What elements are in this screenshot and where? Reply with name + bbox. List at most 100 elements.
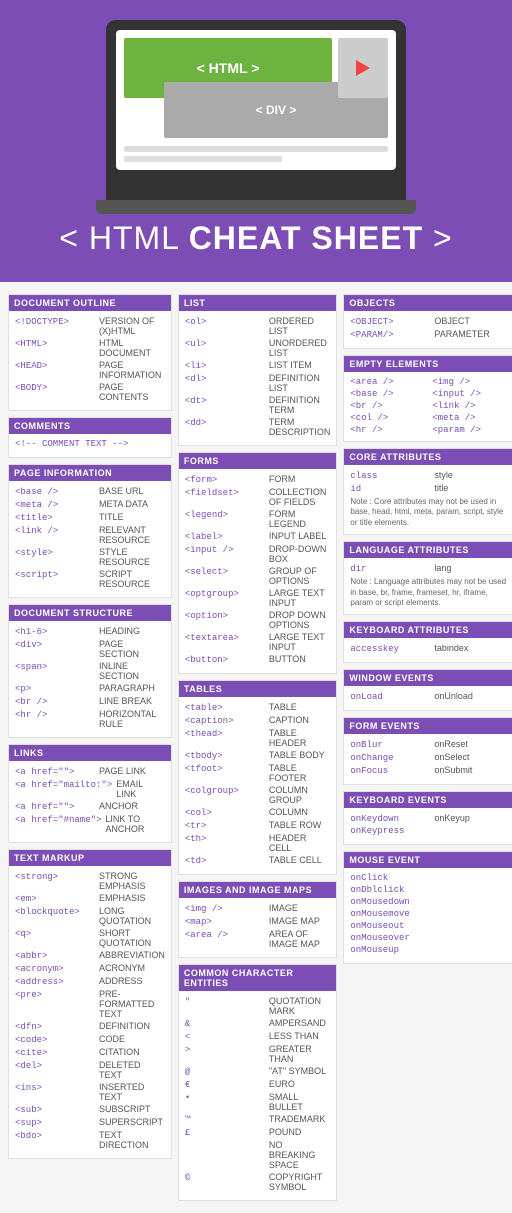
tag-row: £ POUND <box>185 1127 331 1138</box>
tag-desc: PAGE CONTENTS <box>99 382 165 402</box>
tag-desc: onUnload <box>434 691 512 701</box>
tag-desc: POUND <box>269 1127 331 1137</box>
tag-name: <style> <box>15 548 95 558</box>
tag-desc: SMALL BULLET <box>269 1092 331 1112</box>
tag-name: <acronym> <box>15 964 95 974</box>
tag-row: <textarea> LARGE TEXT INPUT <box>185 632 331 652</box>
tag-row: <script> SCRIPT RESOURCE <box>15 569 165 589</box>
tag-row: <strong> STRONG EMPHASIS <box>15 871 165 891</box>
tag-desc: COPYRIGHT SYMBOL <box>269 1172 331 1192</box>
tag-name: onMouseover <box>350 933 430 943</box>
tag-row: <em> EMPHASIS <box>15 893 165 904</box>
tag-name: <p> <box>15 684 95 694</box>
play-box <box>338 38 388 98</box>
tag-row: onMouseup <box>350 945 512 955</box>
tag-name: <br /> <box>350 401 430 411</box>
tag-name: <OBJECT> <box>350 317 430 327</box>
tag-row: <OBJECT> OBJECT <box>350 316 512 327</box>
tag-name: € <box>185 1080 265 1090</box>
images-section: IMAGES AND IMAGE MAPS <img /> IMAGE <map… <box>178 881 338 958</box>
tag-name: <button> <box>185 655 265 665</box>
tag-row: " QUOTATION MARK <box>185 996 331 1016</box>
tag-name: <colgroup> <box>185 786 265 796</box>
tag-desc: GROUP OF OPTIONS <box>269 566 331 586</box>
tag-row: class style <box>350 470 512 481</box>
document-structure-section: DOCUMENT STRUCTURE <h1-6> HEADING <div> … <box>8 604 172 738</box>
tag-row: <colgroup> COLUMN GROUP <box>185 785 331 805</box>
tag-desc: TRADEMARK <box>269 1114 331 1124</box>
tag-row: onMouseout <box>350 921 512 931</box>
tag-row: € EURO <box>185 1079 331 1090</box>
tag-desc: TITLE <box>99 512 165 522</box>
tag-desc: style <box>434 470 512 480</box>
tag-name: <form> <box>185 475 265 485</box>
tag-name: <a href="#name"> <box>15 815 101 825</box>
tag-desc: QUOTATION MARK <box>269 996 331 1016</box>
tag-name: <em> <box>15 894 95 904</box>
tag-desc: AREA OF IMAGE MAP <box>269 929 331 949</box>
tag-row: <!DOCTYPE> VERSION OF (X)HTML <box>15 316 165 336</box>
tag-desc: VERSION OF (X)HTML <box>99 316 165 336</box>
tag-row: <HEAD> PAGE INFORMATION <box>15 360 165 380</box>
tag-desc: EMAIL LINK <box>116 779 165 799</box>
tag-name: <li> <box>185 361 265 371</box>
tag-name: <img /> <box>185 904 265 914</box>
form-events-section: FORM EVENTS onBlur onReset onChange onSe… <box>343 717 512 785</box>
tag-desc: ANCHOR <box>99 801 165 811</box>
tag-row: onMousedown <box>350 897 512 907</box>
empty-elements-title: EMPTY ELEMENTS <box>344 356 512 372</box>
tag-name: <meta /> <box>15 500 95 510</box>
objects-section: OBJECTS <OBJECT> OBJECT <PARAM/> PARAMET… <box>343 294 512 349</box>
tag-desc: tabindex <box>434 643 512 653</box>
tag-name: <bdo> <box>15 1131 95 1141</box>
links-section: LINKS <a href=""> PAGE LINK <a href="mai… <box>8 744 172 843</box>
laptop-body: < HTML > < DIV > <box>106 20 406 200</box>
tag-desc: SUBSCRIPT <box>99 1104 165 1114</box>
document-outline-title: DOCUMENT OUTLINE <box>9 295 171 311</box>
document-outline-section: DOCUMENT OUTLINE <!DOCTYPE> VERSION OF (… <box>8 294 172 411</box>
tag-name: <strong> <box>15 872 95 882</box>
tag-row: id title <box>350 483 512 494</box>
tag-name: <sup> <box>15 1118 95 1128</box>
tag-name: <fieldset> <box>185 488 265 498</box>
tag-row: onMouseover <box>350 933 512 943</box>
tag-row: <dd> TERM DESCRIPTION <box>185 417 331 437</box>
tag-desc: CODE <box>99 1034 165 1044</box>
tag-name <box>185 1141 265 1151</box>
tag-name: onMousedown <box>350 897 430 907</box>
tag-desc: TABLE <box>269 702 331 712</box>
tag-name: > <box>185 1045 265 1055</box>
tag-name: id <box>350 484 430 494</box>
tag-row: onBlur onReset <box>350 739 512 750</box>
tag-desc: OBJECT <box>434 316 512 326</box>
tag-name: <a href=""> <box>15 767 95 777</box>
tag-row: <form> FORM <box>185 474 331 485</box>
keyboard-attributes-title: KEYBOARD ATTRIBUTES <box>344 622 512 638</box>
laptop-illustration: < HTML > < DIV > <box>96 20 416 200</box>
tag-desc: DEFINITION LIST <box>269 373 331 393</box>
tag-name: <del> <box>15 1061 95 1071</box>
list-title: LIST <box>179 295 337 311</box>
tag-row: onKeydown onKeyup <box>350 813 512 824</box>
tag-row: <pre> PRE-FORMATTED TEXT <box>15 989 165 1019</box>
tag-desc: onReset <box>434 739 512 749</box>
tag-name: <col> <box>185 808 265 818</box>
tag-row: NO BREAKING SPACE <box>185 1140 331 1170</box>
tag-row: <meta /> META DATA <box>15 499 165 510</box>
tag-row: <label> INPUT LABEL <box>185 531 331 542</box>
tag-name: <a href=""> <box>15 802 95 812</box>
tag-name: @ <box>185 1067 265 1077</box>
tag-name: <textarea> <box>185 633 265 643</box>
tag-name: <td> <box>185 856 265 866</box>
tag-desc: TABLE FOOTER <box>269 763 331 783</box>
tag-desc: GREATER THAN <box>269 1044 331 1064</box>
tag-desc: PAGE LINK <box>99 766 165 776</box>
tag-name: <thead> <box>185 729 265 739</box>
tag-desc: LINK TO ANCHOR <box>105 814 164 834</box>
tag-desc: onSelect <box>434 752 512 762</box>
tag-name: <param /> <box>432 425 512 435</box>
tag-name: • <box>185 1093 265 1103</box>
tag-row: <select> GROUP OF OPTIONS <box>185 566 331 586</box>
tag-row: <map> IMAGE MAP <box>185 916 331 927</box>
screen-line <box>124 146 388 152</box>
